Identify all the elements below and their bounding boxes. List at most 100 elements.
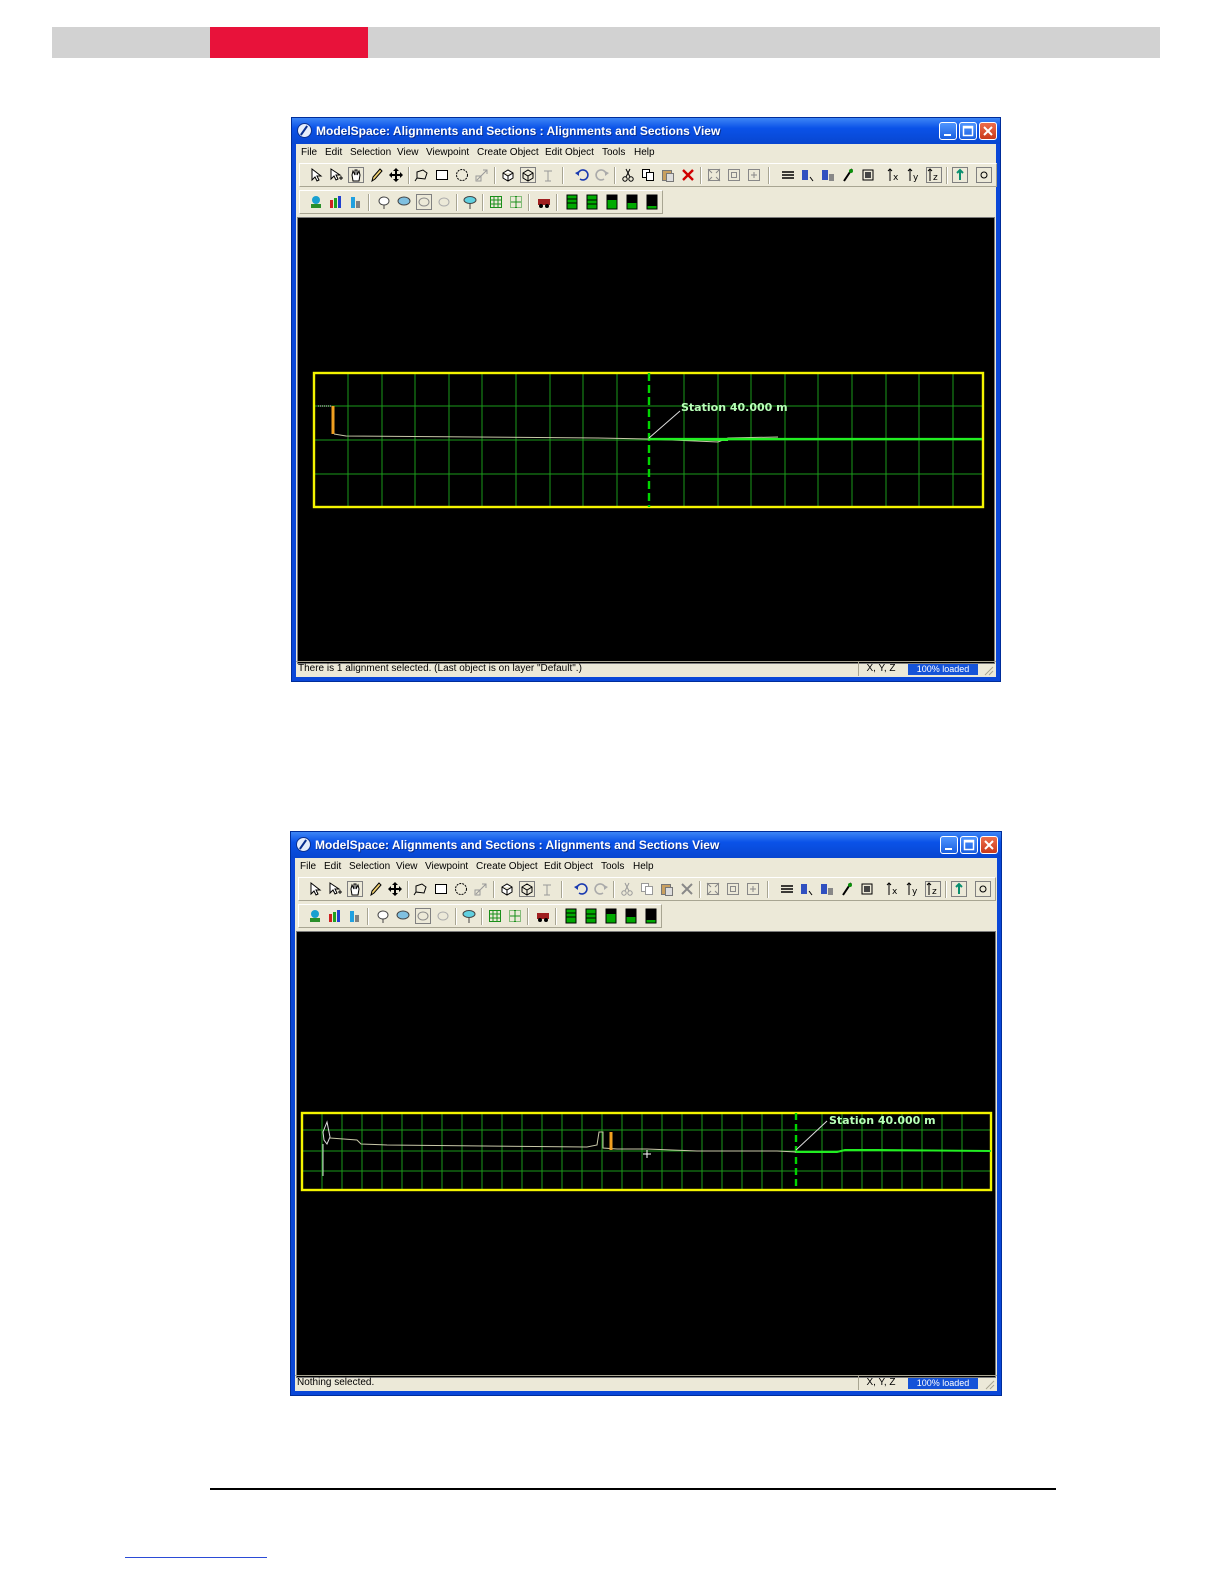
- maximize-button[interactable]: [960, 836, 978, 854]
- menu-create-object[interactable]: Create Object: [476, 861, 538, 872]
- grid-dots-icon[interactable]: [507, 908, 523, 924]
- menu-file[interactable]: File: [301, 147, 317, 158]
- zoom-extents-icon[interactable]: [706, 167, 722, 183]
- stretch-icon[interactable]: [474, 167, 490, 183]
- resize-grip-icon[interactable]: [983, 665, 994, 676]
- alignment-section-viewport[interactable]: Station 40.000 m: [296, 931, 996, 1378]
- select-arrow-icon[interactable]: [307, 881, 323, 897]
- ty-icon[interactable]: y: [905, 881, 921, 897]
- hide-cloud-icon[interactable]: [436, 194, 452, 210]
- elevation-icon[interactable]: [348, 194, 364, 210]
- pencil-icon[interactable]: [368, 167, 384, 183]
- level3-icon[interactable]: [604, 194, 620, 210]
- colors-icon[interactable]: [328, 194, 344, 210]
- level-icon[interactable]: [951, 881, 967, 897]
- zoom-extents-icon[interactable]: [705, 881, 721, 897]
- undo-icon[interactable]: [573, 881, 589, 897]
- close-button[interactable]: [980, 836, 998, 854]
- grid-dots-icon[interactable]: [508, 194, 524, 210]
- menu-viewpoint[interactable]: Viewpoint: [425, 861, 468, 872]
- footer-link-underline[interactable]: [125, 1557, 267, 1558]
- copy-icon[interactable]: [639, 881, 655, 897]
- rectangle-select-icon[interactable]: [434, 167, 450, 183]
- paste-icon[interactable]: [660, 167, 676, 183]
- level-icon[interactable]: [952, 167, 968, 183]
- resize-grip-icon[interactable]: [984, 1379, 995, 1390]
- select-add-icon[interactable]: [328, 167, 344, 183]
- pan-hand-icon[interactable]: [347, 881, 363, 897]
- colors-icon[interactable]: [327, 908, 343, 924]
- settings-icon[interactable]: [975, 881, 991, 897]
- circle-select-icon[interactable]: [454, 167, 470, 183]
- survey-icon[interactable]: [839, 881, 855, 897]
- survey-icon[interactable]: [840, 167, 856, 183]
- undo-icon[interactable]: [574, 167, 590, 183]
- elevation-icon[interactable]: [347, 908, 363, 924]
- object-icon[interactable]: [820, 167, 836, 183]
- level5-icon[interactable]: [644, 194, 660, 210]
- station-icon[interactable]: [860, 167, 876, 183]
- stretch-icon[interactable]: [473, 881, 489, 897]
- maximize-button[interactable]: [959, 122, 977, 140]
- level2-icon[interactable]: [583, 908, 599, 924]
- level4-icon[interactable]: [623, 908, 639, 924]
- lasso-icon[interactable]: [414, 167, 430, 183]
- paste-icon[interactable]: [659, 881, 675, 897]
- copy-icon[interactable]: [640, 167, 656, 183]
- ty-icon[interactable]: y: [906, 167, 922, 183]
- vehicle-icon[interactable]: [536, 194, 552, 210]
- level2-icon[interactable]: [584, 194, 600, 210]
- menu-tools[interactable]: Tools: [602, 147, 625, 158]
- alignment-section-viewport[interactable]: Station 40.000 m: [297, 217, 995, 664]
- minimize-button[interactable]: [940, 836, 958, 854]
- title-bar[interactable]: ModelSpace: Alignments and Sections : Al…: [292, 118, 1000, 144]
- edit-layer-icon[interactable]: [799, 881, 815, 897]
- pencil-icon[interactable]: [367, 881, 383, 897]
- redo-icon[interactable]: [594, 167, 610, 183]
- object-icon[interactable]: [819, 881, 835, 897]
- level4-icon[interactable]: [624, 194, 640, 210]
- menu-edit-object[interactable]: Edit Object: [544, 861, 593, 872]
- zoom-all-icon[interactable]: [746, 167, 762, 183]
- menu-view[interactable]: View: [396, 861, 418, 872]
- level5-icon[interactable]: [643, 908, 659, 924]
- move-icon[interactable]: [388, 167, 404, 183]
- rectangle-select-icon[interactable]: [433, 881, 449, 897]
- menu-tools[interactable]: Tools: [601, 861, 624, 872]
- delete-icon[interactable]: [680, 167, 696, 183]
- circle-select-icon[interactable]: [453, 881, 469, 897]
- cloud-icon[interactable]: [396, 194, 412, 210]
- level3-icon[interactable]: [603, 908, 619, 924]
- zoom-window-icon[interactable]: [726, 167, 742, 183]
- zoom-window-icon[interactable]: [725, 881, 741, 897]
- target-icon[interactable]: [461, 908, 477, 924]
- menu-view[interactable]: View: [397, 147, 419, 158]
- select-add-icon[interactable]: [327, 881, 343, 897]
- section-view-canvas[interactable]: Station 40.000 m: [297, 932, 996, 1377]
- cloud-icon[interactable]: [395, 908, 411, 924]
- box-icon[interactable]: [519, 881, 535, 897]
- menu-edit[interactable]: Edit: [324, 861, 341, 872]
- move-icon[interactable]: [387, 881, 403, 897]
- registration-icon[interactable]: [375, 908, 391, 924]
- edit-layer-icon[interactable]: [800, 167, 816, 183]
- hand-cloud-icon[interactable]: [416, 194, 432, 210]
- select-arrow-icon[interactable]: [308, 167, 324, 183]
- scan-icon[interactable]: [307, 908, 323, 924]
- scan-icon[interactable]: [308, 194, 324, 210]
- tz-icon[interactable]: z: [925, 881, 941, 897]
- target-icon[interactable]: [462, 194, 478, 210]
- hide-cloud-icon[interactable]: [435, 908, 451, 924]
- grid-points-icon[interactable]: [487, 908, 503, 924]
- registration-icon[interactable]: [376, 194, 392, 210]
- title-bar[interactable]: ModelSpace: Alignments and Sections : Al…: [291, 832, 1001, 858]
- menu-selection[interactable]: Selection: [349, 861, 390, 872]
- settings-icon[interactable]: [976, 167, 992, 183]
- layers-icon[interactable]: [780, 167, 796, 183]
- fence-icon[interactable]: [540, 167, 556, 183]
- pan-hand-icon[interactable]: [348, 167, 364, 183]
- box-icon[interactable]: [520, 167, 536, 183]
- close-button[interactable]: [979, 122, 997, 140]
- level1-icon[interactable]: [563, 908, 579, 924]
- menu-selection[interactable]: Selection: [350, 147, 391, 158]
